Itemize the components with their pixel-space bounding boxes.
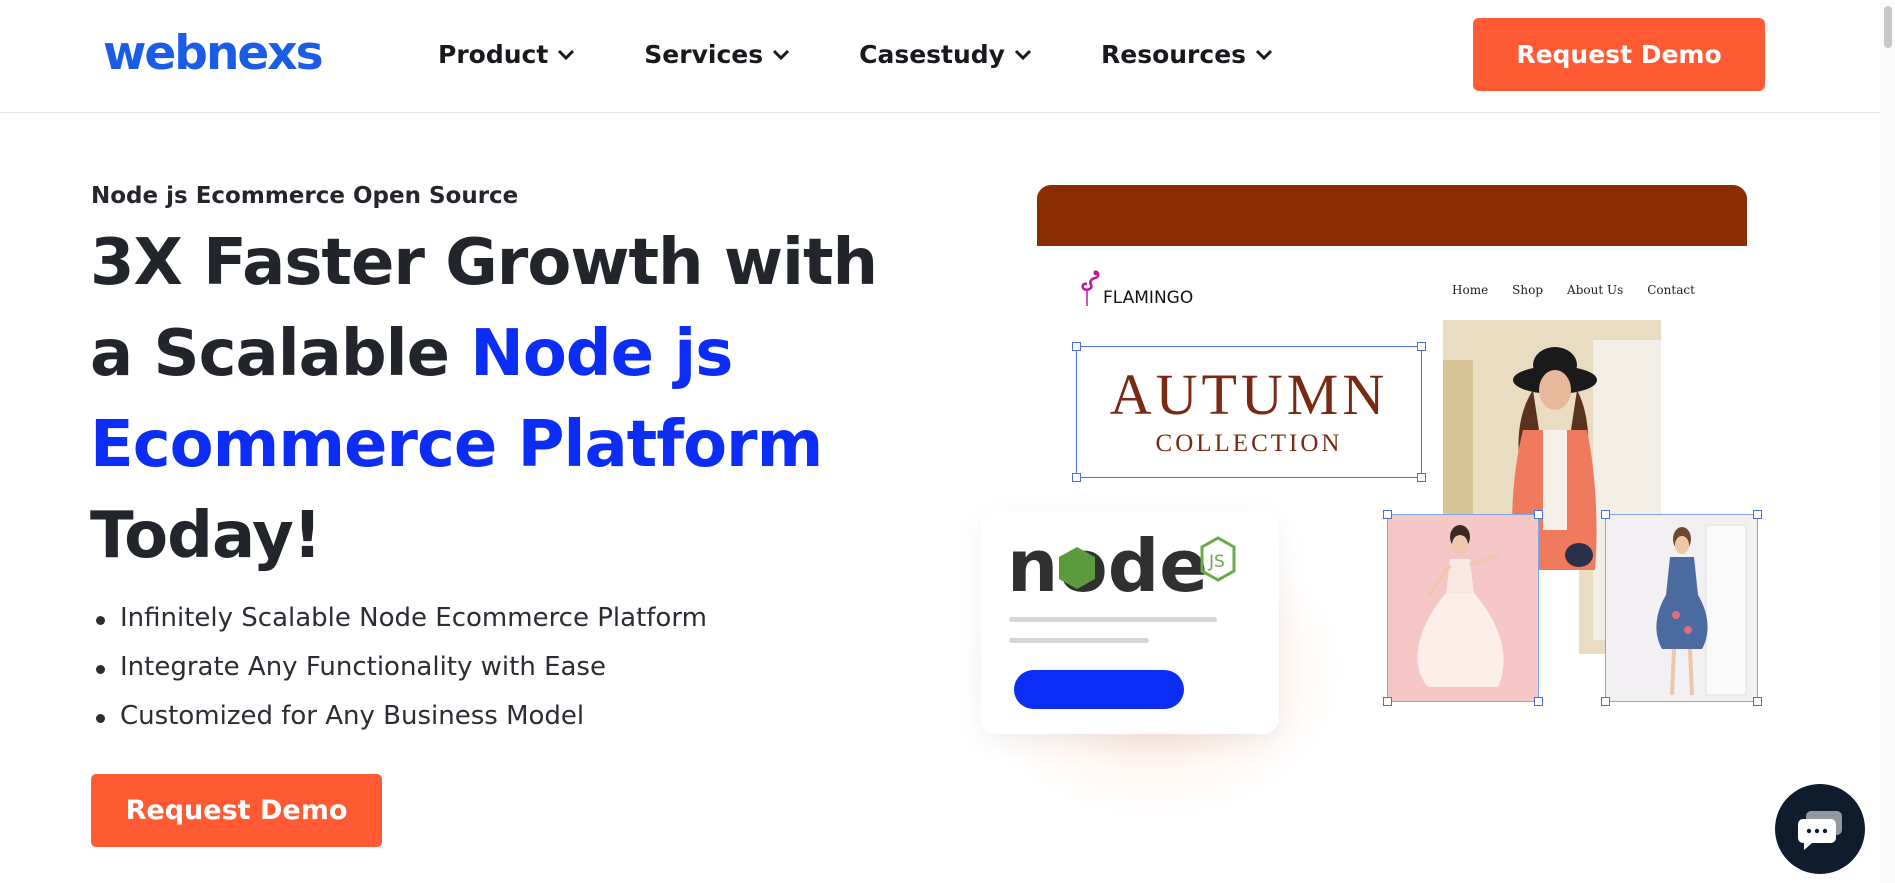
resize-handle[interactable]	[1417, 473, 1426, 482]
nav-label: Services	[644, 40, 764, 69]
svg-text:JS: JS	[1208, 552, 1225, 572]
hero-eyebrow: Node js Ecommerce Open Source	[91, 183, 519, 209]
banner-title: AUTUMN	[1109, 362, 1389, 427]
request-demo-button-hero[interactable]: Request Demo	[91, 774, 382, 847]
nav-item-casestudy[interactable]: Casestudy	[859, 40, 1033, 69]
scrollbar-thumb[interactable]	[1884, 6, 1892, 48]
flamingo-logo: FLAMINGO	[1079, 268, 1193, 308]
resize-handle[interactable]	[1601, 510, 1610, 519]
nav-label: Casestudy	[859, 40, 1005, 69]
resize-handle[interactable]	[1753, 697, 1762, 706]
resize-handle[interactable]	[1417, 342, 1426, 351]
resize-handle[interactable]	[1534, 510, 1543, 519]
flamingo-icon	[1081, 270, 1100, 306]
placeholder-line	[1009, 638, 1149, 643]
autumn-banner[interactable]: AUTUMN COLLECTION	[1076, 346, 1422, 478]
mockup-nav-item: Shop	[1512, 283, 1544, 297]
main-nav: Product Services Casestudy Resources	[438, 40, 1342, 69]
flamingo-wordmark: FLAMINGO	[1103, 288, 1194, 308]
headline-text-end: Today!	[90, 499, 322, 573]
nav-item-services[interactable]: Services	[644, 40, 791, 69]
node-wordmark: node	[1007, 525, 1208, 605]
resize-handle[interactable]	[1534, 697, 1543, 706]
resize-handle[interactable]	[1072, 473, 1081, 482]
resize-handle[interactable]	[1383, 697, 1392, 706]
request-demo-button-header[interactable]: Request Demo	[1473, 18, 1765, 91]
list-item: Customized for Any Business Model	[96, 701, 707, 750]
webnexs-logo[interactable]: webnexs	[103, 26, 324, 81]
page-scrollbar[interactable]	[1880, 0, 1895, 883]
mockup-nav-item: Contact	[1647, 283, 1695, 297]
banner-subtitle: COLLECTION	[1155, 430, 1343, 457]
chevron-down-icon	[1014, 49, 1032, 60]
nav-label: Product	[438, 40, 549, 69]
site-header: webnexs Product Services Casestudy Resou…	[0, 0, 1880, 113]
hero-headline: 3X Faster Growth with a Scalable Node js…	[90, 218, 910, 582]
resize-handle[interactable]	[1601, 697, 1610, 706]
feature-list: Infinitely Scalable Node Ecommerce Platf…	[96, 603, 707, 750]
chat-widget-button[interactable]	[1775, 784, 1865, 874]
placeholder-button	[1014, 670, 1184, 709]
chat-icon	[1798, 811, 1842, 850]
resize-handle[interactable]	[1072, 342, 1081, 351]
mockup-browser-bar	[1037, 185, 1747, 247]
nav-item-resources[interactable]: Resources	[1101, 40, 1274, 69]
mockup-nav-item: About Us	[1567, 283, 1624, 297]
nodejs-logo-icon: node JS	[1007, 525, 1236, 605]
chevron-down-icon	[558, 49, 575, 60]
list-item: Infinitely Scalable Node Ecommerce Platf…	[96, 603, 707, 652]
placeholder-line	[1009, 617, 1217, 622]
mockup-nav-item: Home	[1452, 283, 1489, 297]
nav-item-product[interactable]: Product	[438, 40, 576, 69]
model-photo-pink-dress[interactable]	[1387, 514, 1539, 702]
mockup-nav: Home Shop About Us Contact	[1452, 283, 1719, 297]
list-item: Integrate Any Functionality with Ease	[96, 652, 707, 701]
chevron-down-icon	[773, 49, 790, 60]
resize-handle[interactable]	[1383, 510, 1392, 519]
resize-handle[interactable]	[1753, 510, 1762, 519]
nav-label: Resources	[1100, 40, 1247, 69]
model-photo-floral-dress[interactable]	[1605, 514, 1758, 702]
chevron-down-icon	[1255, 49, 1273, 60]
